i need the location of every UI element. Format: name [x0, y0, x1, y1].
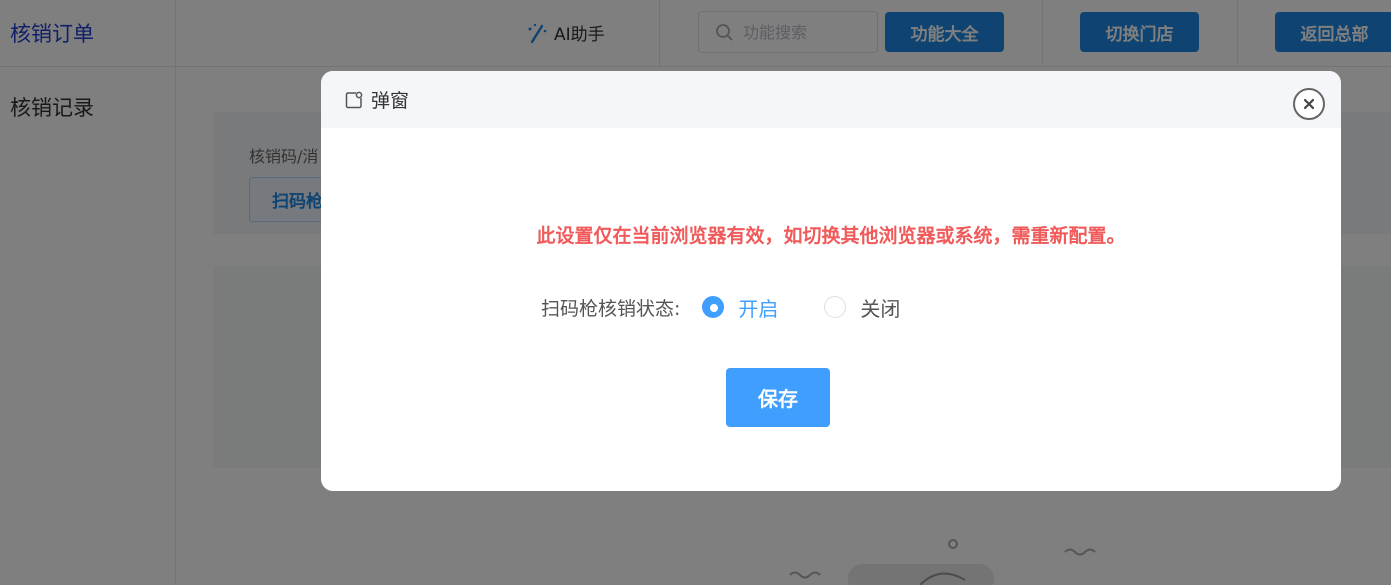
radio-off[interactable]: 关闭: [824, 293, 900, 322]
dialog-title: 弹窗: [371, 90, 410, 112]
scan-status-field: 扫码枪核销状态: 开启 关闭: [541, 292, 946, 322]
close-button[interactable]: [1293, 88, 1325, 120]
window-icon: [345, 91, 363, 108]
dialog-header: 弹窗: [321, 71, 1341, 128]
warning-message: 此设置仅在当前浏览器有效，如切换其他浏览器或系统，需重新配置。: [536, 225, 1126, 247]
radio-button[interactable]: [824, 296, 847, 318]
radio-label: 开启: [738, 296, 779, 321]
radio-label: 关闭: [860, 296, 901, 321]
save-button[interactable]: 保存: [726, 368, 830, 427]
radio-button[interactable]: [702, 296, 725, 318]
close-icon: [1303, 98, 1315, 110]
settings-dialog: 弹窗 此设置仅在当前浏览器有效，如切换其他浏览器或系统，需重新配置。 扫码枪核销…: [321, 71, 1341, 491]
scan-status-label: 扫码枪核销状态:: [541, 297, 681, 320]
radio-on[interactable]: 开启: [702, 293, 778, 322]
